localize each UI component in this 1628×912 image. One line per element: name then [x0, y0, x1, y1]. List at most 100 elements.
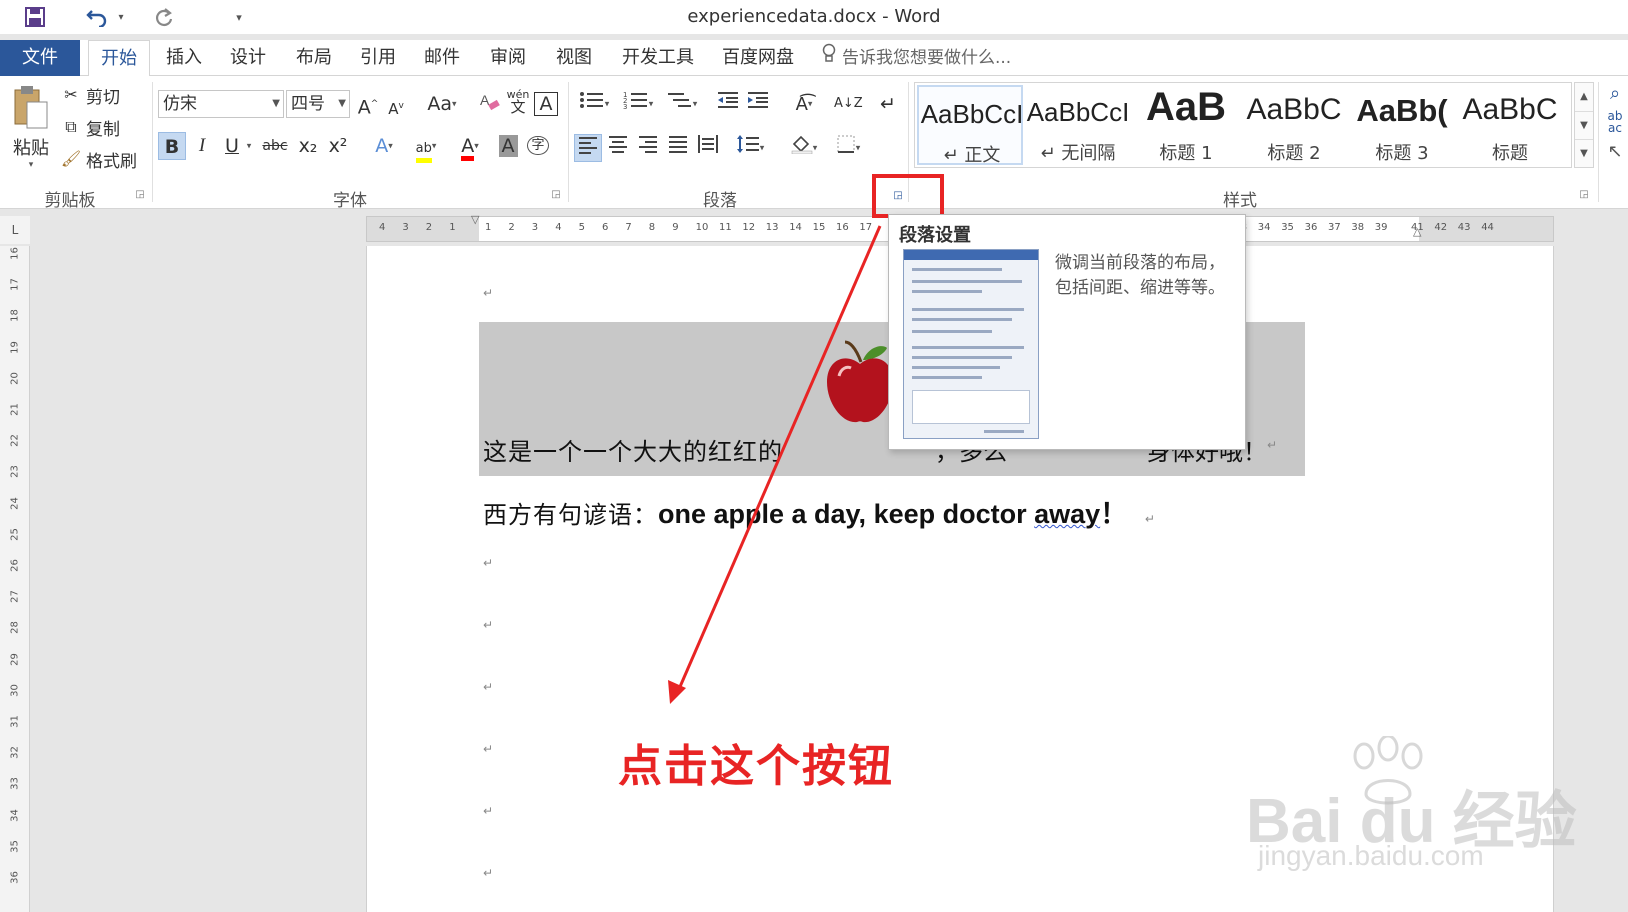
strikethrough-button[interactable]: abc — [258, 132, 292, 160]
character-shading-button[interactable]: A — [494, 132, 522, 160]
underline-dropdown-icon[interactable]: ▾ — [242, 132, 256, 160]
tab-mailings[interactable]: 邮件 — [414, 40, 470, 76]
tab-review[interactable]: 审阅 — [480, 40, 536, 76]
format-painter-button[interactable]: 🖌 格式刷 — [60, 146, 137, 172]
apple-image[interactable] — [825, 338, 895, 428]
paragraph-shading-button[interactable]: ▾ — [784, 134, 824, 162]
align-left-button[interactable] — [574, 134, 602, 162]
ruler-tick: 13 — [765, 222, 779, 233]
align-right-button[interactable] — [634, 134, 662, 162]
paste-dropdown-icon[interactable]: ▾ — [8, 160, 54, 170]
grow-font-button[interactable]: A^ — [354, 90, 382, 118]
style-heading-2[interactable]: AaBbC 标题 2 — [1241, 85, 1347, 165]
indent-marker-icon[interactable]: ▽ — [471, 213, 479, 226]
bullets-button[interactable]: ▾ — [574, 90, 614, 118]
clear-formatting-button[interactable]: A — [476, 90, 504, 118]
copy-button[interactable]: ⧉ 复制 — [60, 114, 120, 140]
increase-indent-button[interactable] — [744, 90, 772, 118]
paste-button[interactable]: 粘贴 ▾ — [8, 82, 54, 178]
tab-design[interactable]: 设计 — [220, 40, 276, 76]
decrease-indent-button[interactable] — [714, 90, 742, 118]
line-spacing-button[interactable]: ▾ — [730, 134, 770, 162]
styles-gallery-scroll[interactable]: ▲ ▼ ▼ — [1574, 82, 1594, 168]
styles-launcher-icon[interactable]: ◲ — [1578, 189, 1590, 201]
ruler-tick: 4 — [379, 222, 386, 233]
style-preview: AaB — [1145, 85, 1227, 129]
chinese-layout-button[interactable]: A͡▾ — [784, 90, 824, 118]
paintbrush-icon: 🖌 — [60, 149, 82, 168]
tooltip-title: 段落设置 — [899, 225, 971, 246]
subscript-button[interactable]: x₂ — [294, 132, 322, 160]
superscript-button[interactable]: x² — [324, 132, 352, 160]
tab-home[interactable]: 开始 — [88, 40, 150, 77]
font-size-combo[interactable]: 四号 ▼ — [286, 90, 350, 118]
multilevel-list-button[interactable]: ▾ — [662, 90, 702, 118]
shrink-font-button[interactable]: Av — [382, 92, 410, 120]
tab-file[interactable]: 文件 — [0, 40, 80, 76]
ruler-tick: 43 — [1457, 222, 1471, 233]
tab-view[interactable]: 视图 — [546, 40, 602, 76]
replace-icon[interactable]: ab ac — [1604, 110, 1626, 138]
separator — [568, 82, 569, 202]
character-border-button[interactable]: A — [534, 92, 558, 116]
right-indent-marker-icon[interactable]: △ — [1413, 225, 1421, 238]
style-preview: AaBbC — [1462, 93, 1558, 126]
font-launcher-icon[interactable]: ◲ — [550, 189, 562, 201]
paragraph-mark: ↵ — [1267, 438, 1278, 452]
find-icon[interactable]: ⌕ — [1604, 80, 1626, 108]
font-color-button[interactable]: A▾ — [450, 132, 490, 161]
style-no-spacing[interactable]: AaBbCcI ↵ 无间隔 — [1025, 85, 1131, 165]
bold-button[interactable]: B — [158, 132, 186, 160]
change-case-button[interactable]: Aa▾ — [422, 90, 462, 118]
italic-button[interactable]: I — [188, 132, 216, 160]
show-marks-button[interactable]: ↵ — [874, 90, 902, 118]
tell-me-box[interactable]: 告诉我您想要做什么... — [822, 40, 1011, 76]
chevron-down-icon[interactable]: ▼ — [1575, 111, 1593, 139]
ruler-tick: 38 — [1351, 222, 1365, 233]
distributed-button[interactable] — [694, 134, 722, 162]
ruler-tick: 3 — [531, 222, 539, 233]
chevron-up-icon[interactable]: ▲ — [1575, 83, 1593, 111]
format-painter-label: 格式刷 — [86, 151, 137, 172]
style-heading-3[interactable]: AaBb( 标题 3 — [1349, 85, 1455, 165]
tab-layout[interactable]: 布局 — [286, 40, 342, 76]
tab-insert[interactable]: 插入 — [156, 40, 212, 76]
cut-button[interactable]: ✂ 剪切 — [60, 82, 120, 108]
clipboard-launcher-icon[interactable]: ◲ — [134, 189, 146, 201]
tab-selector[interactable]: L — [0, 216, 30, 244]
ruler-tick: 34 — [9, 808, 21, 822]
sort-button[interactable]: A↓Z — [834, 90, 863, 118]
enclose-characters-button[interactable]: 字 — [524, 132, 552, 160]
align-center-button[interactable] — [604, 134, 632, 162]
highlight-button[interactable]: ab▾ — [406, 132, 446, 163]
style-name: ↵ 无间隔 — [1040, 143, 1116, 164]
style-name: 标题 — [1492, 143, 1528, 164]
expand-gallery-icon[interactable]: ▼ — [1575, 139, 1593, 167]
ruler-tick: 9 — [672, 222, 679, 233]
font-name-combo[interactable]: 仿宋 ▼ — [158, 90, 284, 118]
clipboard-icon — [8, 82, 54, 134]
subscript-icon: x₂ — [298, 135, 318, 157]
text-effects-button[interactable]: A▾ — [364, 132, 404, 160]
select-cursor-icon[interactable]: ↖ — [1604, 138, 1626, 166]
tab-developer[interactable]: 开发工具 — [612, 40, 704, 76]
paragraph-mark: ↵ — [483, 742, 494, 756]
ruler-tick: 33 — [9, 777, 21, 791]
ruler-tick: 35 — [1281, 222, 1294, 233]
style-heading-1[interactable]: AaB 标题 1 — [1133, 85, 1239, 165]
justify-button[interactable] — [664, 134, 692, 162]
paragraph-mark: ↵ — [483, 286, 494, 300]
vertical-ruler[interactable]: 16 17 18 19 20 21 22 23 24 25 26 27 28 29 30 31 32 33 34 35… — [0, 246, 30, 912]
tab-baidu-netdisk[interactable]: 百度网盘 — [712, 40, 804, 76]
style-title[interactable]: AaBbC 标题 — [1457, 85, 1563, 165]
ruler-tick: 34 — [1257, 222, 1271, 233]
borders-button[interactable]: ▾ — [828, 134, 868, 162]
svg-text:3: 3 — [623, 103, 627, 110]
phonetic-bottom: 文 — [510, 98, 526, 116]
numbering-button[interactable]: 1 2 3 ▾ — [618, 90, 658, 118]
style-normal[interactable]: AaBbCcI ↵ 正文 — [917, 85, 1023, 166]
phonetic-guide-button[interactable]: wén 文 — [504, 88, 532, 116]
ruler-tick: 23 — [9, 465, 21, 479]
proverb-prefix: 西方有句谚语： — [483, 501, 658, 529]
tab-references[interactable]: 引用 — [350, 40, 406, 76]
